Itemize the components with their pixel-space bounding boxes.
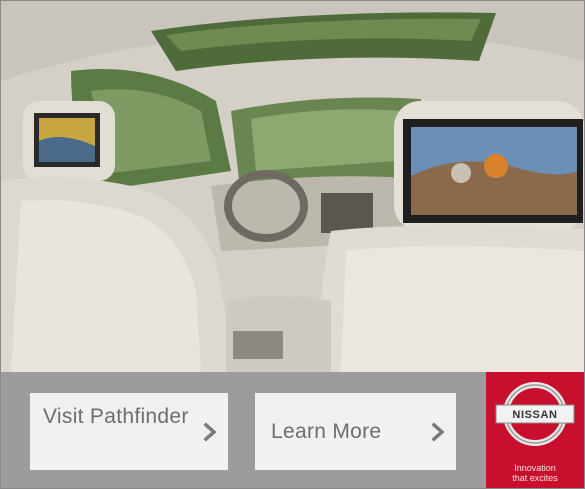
nissan-brand-panel[interactable]: NISSAN Innovation that excites [486,372,584,488]
visit-pathfinder-label: Visit Pathfinder [43,405,189,428]
visit-pathfinder-button[interactable]: Visit Pathfinder [30,393,228,470]
chevron-right-icon [431,422,445,442]
interior-illustration [1,1,584,372]
chevron-right-icon [203,422,217,442]
cta-bar: Visit Pathfinder Learn More NISSAN Innov… [1,372,584,488]
car-interior-photo[interactable] [1,1,584,372]
nissan-ad-banner[interactable]: Visit Pathfinder Learn More NISSAN Innov… [0,0,585,489]
learn-more-label: Learn More [271,420,382,443]
brand-tagline-line2: that excites [512,473,558,483]
brand-tagline-line1: Innovation [514,463,556,473]
learn-more-button[interactable]: Learn More [255,393,456,470]
logo-wordmark: NISSAN [512,409,557,421]
nissan-logo: NISSAN [495,382,575,446]
